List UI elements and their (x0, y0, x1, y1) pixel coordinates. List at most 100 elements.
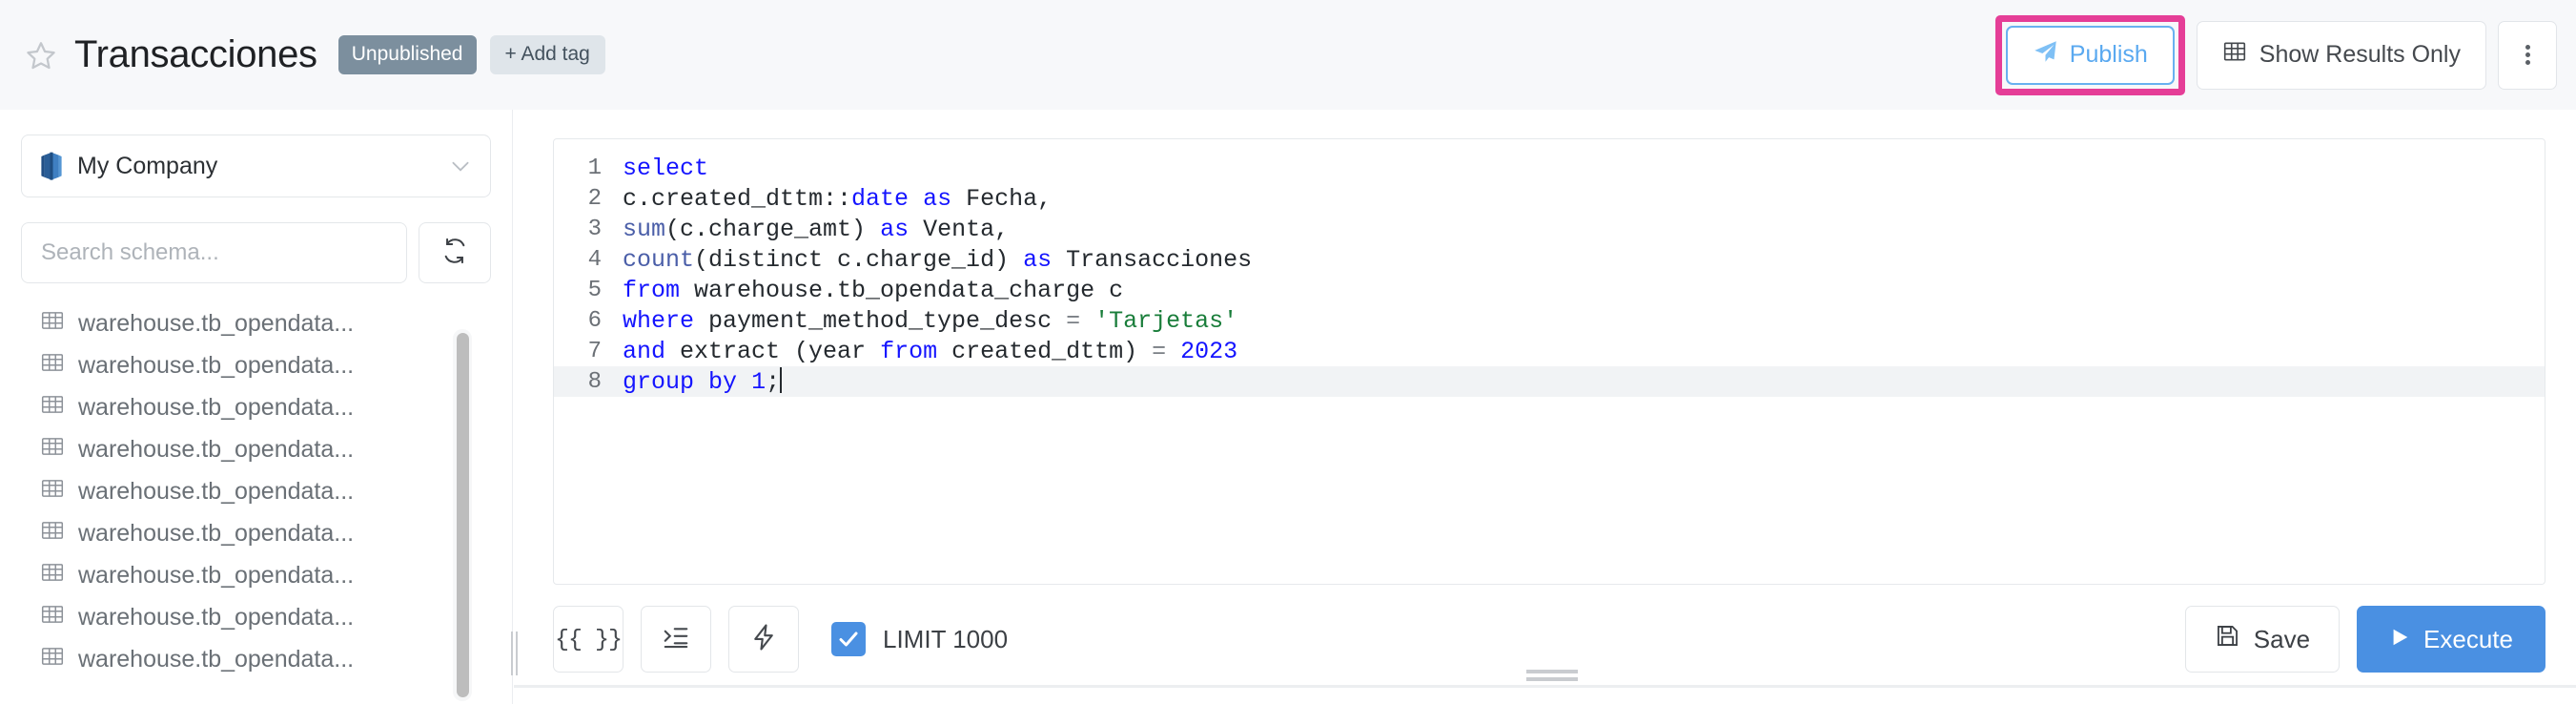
lightning-bolt-icon (749, 623, 778, 656)
line-number: 8 (587, 368, 602, 395)
publish-highlight-box: Publish (1994, 14, 2185, 95)
sql-keyword: where (623, 306, 695, 335)
more-vertical-icon (2525, 42, 2530, 68)
sql-keyword: as (923, 184, 952, 213)
table-name: warehouse.tb_opendata... (78, 561, 355, 589)
schema-search-row (21, 222, 491, 283)
list-item[interactable]: warehouse.tb_opendata... (0, 638, 512, 680)
list-item[interactable]: warehouse.tb_opendata... (0, 428, 512, 470)
query-editor-page: Transacciones Unpublished + Add tag Publ… (0, 0, 2576, 704)
limit-label: LIMIT 1000 (883, 624, 1009, 653)
code-content: where payment_method_type_desc = 'Tarjet… (623, 307, 1237, 335)
database-selector[interactable]: My Company (21, 135, 491, 197)
sql-text: created_dttm) (937, 337, 1153, 365)
sidebar-resize-handle[interactable] (509, 632, 519, 675)
table-name: warehouse.tb_opendata... (78, 435, 355, 463)
sql-keyword: select (623, 154, 709, 182)
line-number: 1 (587, 155, 602, 181)
format-query-button[interactable] (641, 606, 711, 673)
schema-table-list: warehouse.tb_opendata... warehouse.tb_op… (0, 302, 512, 680)
refresh-schema-button[interactable] (419, 222, 491, 283)
show-results-only-label: Show Results Only (2259, 41, 2461, 68)
table-grid-icon (2222, 39, 2247, 71)
add-tag-button[interactable]: + Add tag (489, 35, 605, 74)
floppy-disk-icon (2215, 623, 2240, 655)
bottom-divider (514, 685, 2576, 688)
search-schema-input[interactable] (21, 222, 407, 283)
sql-keyword: as (880, 215, 910, 243)
sql-number: 2023 (1180, 337, 1238, 365)
sql-string: 'Tarjetas' (1094, 306, 1238, 335)
database-name: My Company (77, 152, 218, 179)
table-name: warehouse.tb_opendata... (78, 603, 355, 631)
code-line: 5 from warehouse.tb_opendata_charge c (554, 275, 2545, 305)
chevron-down-icon (448, 154, 473, 178)
sql-text: Venta, (909, 215, 1010, 243)
sql-number: 1 (751, 368, 767, 396)
header-actions: Publish Show Results Only (1994, 14, 2576, 95)
execute-button[interactable]: Execute (2357, 606, 2545, 673)
table-icon (40, 350, 78, 382)
indent-format-icon (662, 623, 690, 656)
table-name: warehouse.tb_opendata... (78, 645, 355, 673)
code-content: select (623, 155, 708, 182)
table-name: warehouse.tb_opendata... (78, 309, 355, 337)
list-item[interactable]: warehouse.tb_opendata... (0, 302, 512, 344)
save-label: Save (2253, 624, 2311, 653)
redshift-database-icon (39, 152, 64, 180)
text-cursor (780, 367, 783, 393)
sql-text: extract (year (665, 337, 881, 365)
limit-toggle[interactable]: LIMIT 1000 (831, 622, 1008, 656)
save-button[interactable]: Save (2184, 606, 2341, 673)
quick-run-button[interactable] (728, 606, 799, 673)
publish-button[interactable]: Publish (2005, 25, 2175, 85)
editor-toolbar: {{ }} LIMIT 1000 Save Execute (553, 606, 2545, 673)
status-badge: Unpublished (337, 35, 477, 74)
list-item[interactable]: warehouse.tb_opendata... (0, 344, 512, 386)
sql-operator: = (1066, 306, 1081, 335)
publish-label: Publish (2069, 41, 2148, 68)
editor-area: 1 select 2 c.created_dttm::date as Fecha… (514, 110, 2576, 704)
sql-text: Fecha, (951, 184, 1053, 213)
sql-function: sum (623, 215, 666, 243)
sql-keyword: date (851, 184, 910, 213)
sql-text: c.created_dttm:: (623, 184, 852, 213)
code-content: and extract (year from created_dttm) = 2… (623, 338, 1237, 365)
sql-text: (c.charge_amt) (665, 215, 881, 243)
show-results-only-button[interactable]: Show Results Only (2196, 20, 2486, 90)
list-item[interactable]: warehouse.tb_opendata... (0, 512, 512, 554)
list-item[interactable]: warehouse.tb_opendata... (0, 596, 512, 638)
play-triangle-icon (2389, 625, 2410, 654)
limit-checkbox[interactable] (831, 622, 866, 656)
sidebar-scrollbar[interactable] (453, 329, 472, 701)
table-icon (40, 476, 78, 507)
sql-keyword: by (708, 368, 738, 396)
sql-keyword: and (623, 337, 666, 365)
line-number: 3 (587, 216, 602, 242)
panel-resize-handle[interactable] (1526, 670, 1578, 683)
list-item[interactable]: warehouse.tb_opendata... (0, 554, 512, 596)
sql-text: Transacciones (1052, 245, 1253, 274)
table-name: warehouse.tb_opendata... (78, 393, 355, 421)
sidebar-scrollbar-thumb[interactable] (457, 333, 469, 697)
table-name: warehouse.tb_opendata... (78, 519, 355, 547)
page-header: Transacciones Unpublished + Add tag Publ… (0, 0, 2576, 110)
code-line-active: 8 group by 1; (554, 366, 2545, 397)
table-icon (40, 602, 78, 633)
favorite-star-icon[interactable] (21, 35, 61, 75)
code-line: 1 select (554, 153, 2545, 183)
table-icon (40, 560, 78, 591)
sql-keyword: as (1023, 245, 1053, 274)
table-name: warehouse.tb_opendata... (78, 351, 355, 379)
sql-editor[interactable]: 1 select 2 c.created_dttm::date as Fecha… (553, 138, 2545, 585)
code-line: 2 c.created_dttm::date as Fecha, (554, 183, 2545, 214)
more-options-button[interactable] (2498, 20, 2557, 90)
variables-button[interactable]: {{ }} (553, 606, 624, 673)
list-item[interactable]: warehouse.tb_opendata... (0, 470, 512, 512)
list-item[interactable]: warehouse.tb_opendata... (0, 386, 512, 428)
sql-function: count (623, 245, 695, 274)
code-line: 7 and extract (year from created_dttm) =… (554, 336, 2545, 366)
sql-keyword: from (623, 276, 681, 304)
